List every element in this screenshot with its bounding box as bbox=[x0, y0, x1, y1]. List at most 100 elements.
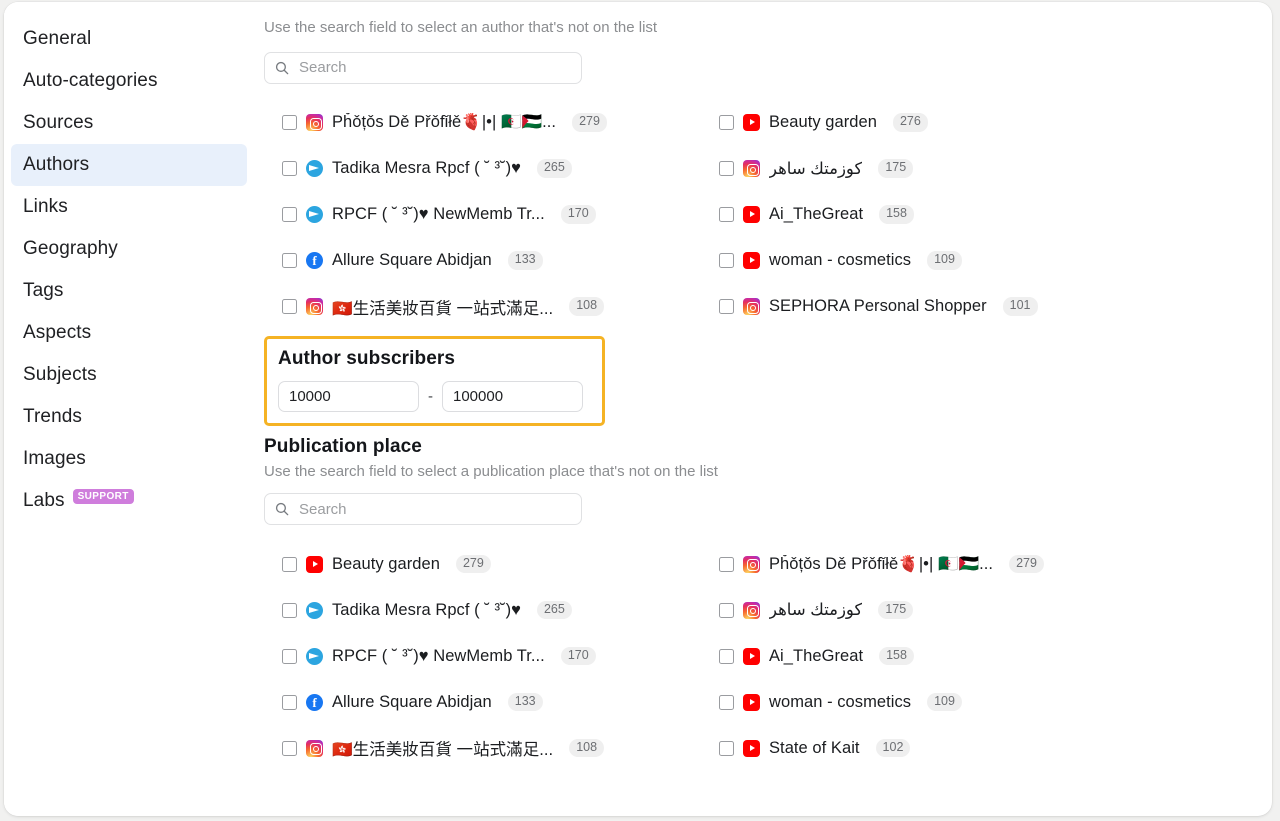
publication-place-search-box[interactable] bbox=[264, 493, 582, 525]
publication-place-count: 265 bbox=[536, 600, 572, 620]
checkbox-icon[interactable] bbox=[282, 648, 297, 664]
sidebar-item-label: General bbox=[23, 28, 92, 49]
publication-place-list-item[interactable]: كوزمتك ساهر 175 bbox=[701, 587, 1248, 633]
publication-place-name: 🇭🇰生活美妝百貨 一站式滿足... bbox=[332, 741, 554, 759]
author-count: 133 bbox=[507, 251, 543, 270]
author-name: Allure Square Abidjan bbox=[332, 251, 492, 269]
instagram-icon bbox=[306, 298, 323, 315]
checkbox-icon[interactable] bbox=[282, 602, 297, 618]
facebook-icon: f bbox=[306, 252, 323, 269]
author-count: 101 bbox=[1002, 297, 1038, 316]
checkbox-icon[interactable] bbox=[282, 253, 297, 268]
settings-panel-card: General Auto-categories Sources Authors … bbox=[4, 2, 1272, 816]
publication-place-name: Tadika Mesra Rpcf ( ˘ ³˘)♥ bbox=[332, 600, 521, 619]
publication-place-name: Beauty garden bbox=[332, 554, 440, 573]
checkbox-icon[interactable] bbox=[282, 207, 297, 222]
publication-place-list-item[interactable]: State of Kait 102 bbox=[701, 725, 1248, 771]
checkbox-icon[interactable] bbox=[719, 648, 734, 664]
publication-place-list-item[interactable]: RPCF ( ˘ ³˘)♥ NewMemb Tr... 170 bbox=[264, 633, 701, 679]
publication-place-list-item[interactable]: f Allure Square Abidjan 133 bbox=[264, 679, 701, 725]
author-list-item[interactable]: كوزمتك ساهر 175 bbox=[701, 146, 1248, 192]
checkbox-icon[interactable] bbox=[719, 161, 734, 176]
author-count: 158 bbox=[879, 205, 914, 224]
sidebar-item-label: Subjects bbox=[23, 364, 97, 385]
author-list-item[interactable]: SEPHORA Personal Shopper 101 bbox=[701, 284, 1248, 330]
publication-place-hint: Use the search field to select a publica… bbox=[264, 462, 718, 480]
sidebar-item-label: Links bbox=[23, 196, 68, 217]
authors-list-grid: Pȟǒțǒs Dě Přǒfǐłě🫀|•| 🇩🇿🇵🇸... 279 Beauty… bbox=[264, 100, 1248, 330]
author-name: 🇭🇰生活美妝百貨 一站式滿足... bbox=[332, 299, 554, 318]
sidebar-item-links[interactable]: Links bbox=[11, 186, 247, 228]
checkbox-icon[interactable] bbox=[719, 207, 734, 222]
publication-place-count: 279 bbox=[455, 554, 491, 574]
checkbox-icon[interactable] bbox=[719, 299, 734, 314]
authors-search-input[interactable] bbox=[297, 58, 571, 77]
sidebar-item-tags[interactable]: Tags bbox=[11, 270, 247, 312]
publication-place-name: State of Kait bbox=[769, 738, 860, 757]
sidebar-item-subjects[interactable]: Subjects bbox=[11, 354, 247, 396]
sidebar-item-trends[interactable]: Trends bbox=[11, 396, 247, 438]
author-subscribers-panel: Author subscribers - bbox=[264, 335, 605, 426]
checkbox-icon[interactable] bbox=[719, 694, 734, 710]
publication-place-list-item[interactable]: Beauty garden 279 bbox=[264, 541, 701, 587]
sidebar-item-images[interactable]: Images bbox=[11, 438, 247, 480]
instagram-icon bbox=[743, 298, 760, 315]
author-list-item[interactable]: 🇭🇰生活美妝百貨 一站式滿足... 108 bbox=[264, 284, 701, 330]
checkbox-icon[interactable] bbox=[282, 299, 297, 314]
sidebar-item-aspects[interactable]: Aspects bbox=[11, 312, 247, 354]
checkbox-icon[interactable] bbox=[282, 115, 297, 130]
sidebar-item-label: Authors bbox=[23, 154, 90, 175]
instagram-icon bbox=[306, 114, 323, 131]
author-count: 109 bbox=[927, 251, 962, 270]
sidebar-item-label: Trends bbox=[23, 406, 83, 427]
publication-place-count: 170 bbox=[560, 646, 596, 666]
checkbox-icon[interactable] bbox=[719, 740, 734, 756]
publication-place-count: 109 bbox=[927, 692, 962, 712]
checkbox-icon[interactable] bbox=[719, 556, 734, 572]
sidebar-item-label: Sources bbox=[23, 112, 94, 133]
sidebar-item-label: Auto-categories bbox=[23, 70, 158, 91]
sidebar-item-sources[interactable]: Sources bbox=[11, 102, 247, 144]
checkbox-icon[interactable] bbox=[282, 556, 297, 572]
instagram-icon bbox=[743, 160, 760, 177]
author-list-item[interactable]: Tadika Mesra Rpcf ( ˘ ³˘)♥ 265 bbox=[264, 146, 701, 192]
author-name: Ai_TheGreat bbox=[769, 205, 864, 223]
author-count: 175 bbox=[878, 159, 914, 178]
checkbox-icon[interactable] bbox=[282, 161, 297, 176]
publication-place-title: Publication place bbox=[264, 435, 422, 457]
publication-place-search-input[interactable] bbox=[297, 499, 571, 519]
search-icon bbox=[275, 61, 289, 74]
checkbox-icon[interactable] bbox=[719, 115, 734, 130]
authors-search-box[interactable] bbox=[264, 51, 582, 84]
subscribers-min-input[interactable] bbox=[278, 380, 419, 412]
sidebar-item-geography[interactable]: Geography bbox=[11, 228, 247, 270]
author-name: Tadika Mesra Rpcf ( ˘ ³˘)♥ bbox=[332, 159, 521, 177]
checkbox-icon[interactable] bbox=[719, 602, 734, 618]
sidebar-item-authors[interactable]: Authors bbox=[11, 144, 247, 186]
author-list-item[interactable]: Ai_TheGreat 158 bbox=[701, 192, 1248, 238]
author-name: woman - cosmetics bbox=[769, 251, 912, 269]
author-list-item[interactable]: f Allure Square Abidjan 133 bbox=[264, 238, 701, 284]
author-subscribers-title: Author subscribers bbox=[278, 347, 456, 369]
publication-place-list-item[interactable]: Tadika Mesra Rpcf ( ˘ ³˘)♥ 265 bbox=[264, 587, 701, 633]
sidebar-item-auto-categories[interactable]: Auto-categories bbox=[11, 60, 247, 102]
subscribers-max-input[interactable] bbox=[442, 380, 583, 412]
publication-place-list-item[interactable]: Pȟǒțǒs Dě Přǒfǐłě🫀|•| 🇩🇿🇵🇸... 279 bbox=[701, 541, 1248, 587]
authors-hint: Use the search field to select an author… bbox=[264, 19, 658, 36]
author-list-item[interactable]: woman - cosmetics 109 bbox=[701, 238, 1248, 284]
checkbox-icon[interactable] bbox=[719, 253, 734, 268]
author-list-item[interactable]: RPCF ( ˘ ³˘)♥ NewMemb Tr... 170 bbox=[264, 192, 701, 238]
publication-place-name: Pȟǒțǒs Dě Přǒfǐłě🫀|•| 🇩🇿🇵🇸... bbox=[769, 554, 994, 573]
publication-place-list-item[interactable]: Ai_TheGreat 158 bbox=[701, 633, 1248, 679]
checkbox-icon[interactable] bbox=[282, 694, 297, 710]
publication-place-name: woman - cosmetics bbox=[769, 692, 912, 711]
author-list-item[interactable]: Pȟǒțǒs Dě Přǒfǐłě🫀|•| 🇩🇿🇵🇸... 279 bbox=[264, 100, 701, 146]
instagram-icon bbox=[306, 739, 323, 757]
checkbox-icon[interactable] bbox=[282, 740, 297, 756]
sidebar-item-general[interactable]: General bbox=[11, 18, 247, 60]
sidebar-item-labs[interactable]: Labs SUPPORT bbox=[11, 480, 247, 522]
publication-place-list-item[interactable]: 🇭🇰生活美妝百貨 一站式滿足... 108 bbox=[264, 725, 701, 771]
telegram-icon bbox=[306, 601, 323, 619]
publication-place-list-item[interactable]: woman - cosmetics 109 bbox=[701, 679, 1248, 725]
author-list-item[interactable]: Beauty garden 276 bbox=[701, 100, 1248, 146]
